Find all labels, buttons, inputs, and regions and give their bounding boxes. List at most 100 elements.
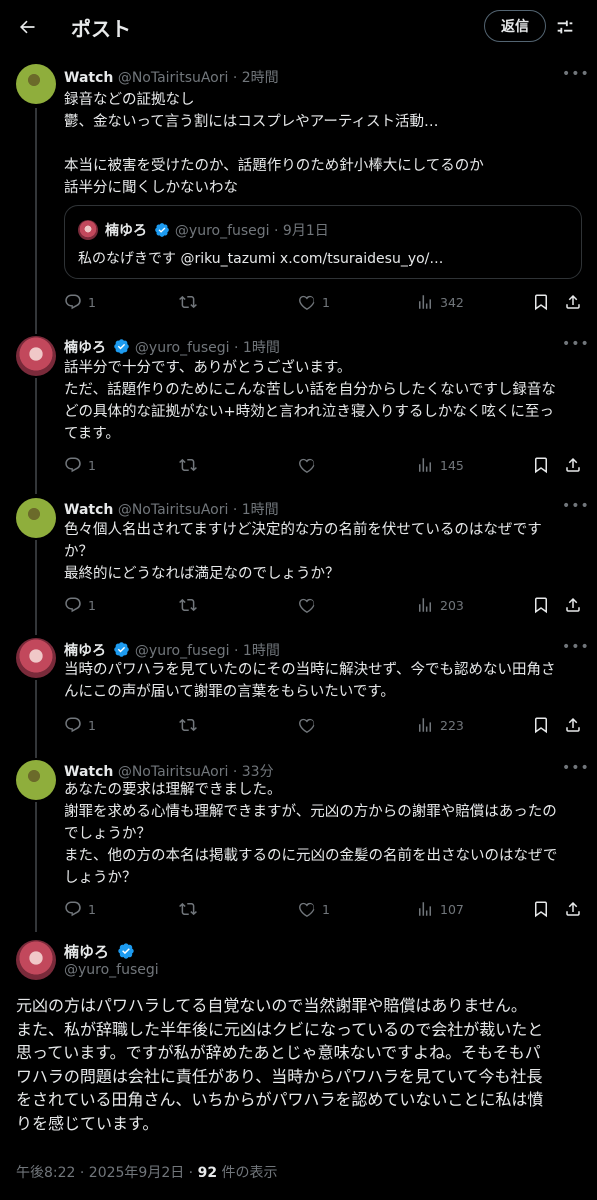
views-action[interactable]: 145 — [416, 455, 464, 475]
share-action[interactable] — [564, 455, 582, 475]
bookmark-icon — [535, 597, 547, 614]
like-action[interactable]: 1 — [298, 292, 330, 312]
repost-action[interactable] — [179, 595, 203, 615]
reply-action[interactable]: 1 — [64, 899, 96, 919]
more-options-icon[interactable]: ••• — [562, 639, 589, 655]
like-action[interactable] — [298, 715, 322, 735]
post-text: 当時のパワハラを見ていたのにその当時に解決せず、今でも認めない田角さ んにこの声… — [64, 659, 584, 703]
views-action[interactable]: 203 — [416, 595, 464, 615]
post-line: 録音などの証拠なし — [64, 92, 195, 108]
reply-action[interactable]: 1 — [64, 715, 96, 735]
author-handle[interactable]: @yuro_fusegi — [135, 643, 230, 659]
heart-icon — [299, 718, 315, 733]
views-action[interactable]: 223 — [416, 715, 464, 735]
bookmark-action[interactable] — [532, 595, 550, 615]
share-icon — [566, 457, 580, 472]
like-action[interactable]: 1 — [298, 899, 330, 919]
post-line: しょうか？ — [64, 870, 137, 886]
post-line: 本当に被害を受けたのか、話題作りのため針小棒大にしてるのか — [64, 158, 484, 174]
more-options-icon[interactable]: ••• — [562, 66, 589, 82]
share-action[interactable] — [564, 715, 582, 735]
reply-action[interactable]: 1 — [64, 292, 96, 312]
post-line: 色々個人名出されてますけど決定的な方の名前を伏せているのはなぜです — [64, 522, 542, 538]
avatar — [78, 220, 98, 240]
back-arrow-icon[interactable] — [14, 14, 40, 40]
reply-action[interactable]: 1 — [64, 595, 96, 615]
sliders-icon[interactable] — [554, 16, 576, 38]
author-handle[interactable]: @yuro_fusegi — [135, 340, 230, 356]
repost-action[interactable] — [179, 715, 203, 735]
repost-action[interactable] — [179, 899, 203, 919]
author-handle[interactable]: @yuro_fusegi — [64, 962, 159, 978]
bookmark-action[interactable] — [532, 455, 550, 475]
like-action[interactable] — [298, 455, 322, 475]
repost-action[interactable] — [179, 455, 203, 475]
post-time[interactable]: · 33分 — [233, 764, 274, 780]
repost-icon — [179, 295, 197, 309]
post-text: 色々個人名出されてますけど決定的な方の名前を伏せているのはなぜです か？ 最終的… — [64, 519, 584, 585]
post-line: でしょうか？ — [64, 826, 151, 842]
repost-action[interactable] — [179, 292, 203, 312]
bookmark-action[interactable] — [532, 899, 550, 919]
post-line: あなたの要求は理解できました。 — [64, 782, 282, 798]
avatar[interactable] — [16, 638, 56, 678]
bookmark-icon — [535, 901, 547, 918]
author-name[interactable]: Watch — [64, 764, 113, 780]
heart-icon — [299, 458, 315, 473]
author-name[interactable]: Watch — [64, 70, 113, 86]
post-time[interactable]: · 1時間 — [234, 340, 280, 356]
avatar[interactable] — [16, 760, 56, 800]
avatar[interactable] — [16, 336, 56, 376]
views-chart-icon — [419, 718, 431, 732]
like-action[interactable] — [298, 595, 322, 615]
post-line: 鬱、金ないって言う割にはコスプレやアーティスト活動… — [64, 114, 439, 130]
page-title: ポスト — [71, 17, 131, 41]
thread-line — [35, 378, 37, 494]
post-line — [64, 133, 584, 155]
author-name[interactable]: Watch — [64, 502, 113, 518]
bookmark-action[interactable] — [532, 715, 550, 735]
post-line: をされている田角さん、いちからがパワハラを認めていないことに私は憤 — [16, 1090, 544, 1109]
author-handle[interactable]: @NoTairitsuAori — [118, 502, 229, 518]
action-bar: 1 1 107 — [64, 899, 584, 919]
post-line: りを感じています。 — [16, 1113, 159, 1133]
views-action[interactable]: 342 — [416, 292, 464, 312]
timestamp-text[interactable]: 午後8:22 · 2025年9月2日 · — [16, 1165, 198, 1181]
more-options-icon[interactable]: ••• — [562, 336, 589, 352]
author-name[interactable]: 楠ゆろ — [64, 943, 109, 961]
post-text: 元凶の方はパワハラしてる自覚ないので当然謝罪や賠償はありません。 また、私が辞職… — [16, 994, 582, 1135]
author-handle[interactable]: @NoTairitsuAori — [118, 764, 229, 780]
avatar[interactable] — [16, 64, 56, 104]
repost-icon — [179, 458, 197, 472]
verified-badge-icon — [155, 223, 170, 237]
post-time[interactable]: · 1時間 — [233, 502, 279, 518]
views-action[interactable]: 107 — [416, 899, 464, 919]
views-chart-icon — [419, 295, 431, 309]
verified-badge-icon — [114, 339, 130, 354]
author-name[interactable]: 楠ゆろ — [64, 340, 106, 356]
more-options-icon[interactable]: ••• — [562, 760, 589, 776]
post-line: ワハラの問題は会社に責任があり、当時からパワハラを見ていて今も社長 — [16, 1066, 543, 1086]
bookmark-action[interactable] — [532, 292, 550, 312]
reply-action[interactable]: 1 — [64, 455, 96, 475]
share-action[interactable] — [564, 292, 582, 312]
quoted-post[interactable]: 楠ゆろ @yuro_fusegi · 9月1日 私のなげきです @riku_ta… — [64, 205, 582, 279]
like-count: 1 — [322, 294, 330, 310]
avatar[interactable] — [16, 940, 56, 980]
share-action[interactable] — [564, 899, 582, 919]
avatar[interactable] — [16, 498, 56, 538]
reply-icon — [65, 901, 81, 917]
heart-icon — [299, 295, 315, 310]
author-handle[interactable]: @NoTairitsuAori — [118, 70, 229, 86]
heart-icon — [299, 902, 315, 917]
post-time[interactable]: · 2時間 — [233, 70, 279, 86]
reply-count: 1 — [88, 901, 96, 917]
post-line: 最終的にどうなれば満足なのでしょうか？ — [64, 566, 340, 582]
post-line: また、私が辞職した半年後に元凶はクビになっているので会社が裁いたと — [16, 1019, 544, 1039]
post-time[interactable]: · 1時間 — [234, 643, 280, 659]
author-name[interactable]: 楠ゆろ — [64, 643, 106, 659]
thread-line — [35, 540, 37, 635]
share-action[interactable] — [564, 595, 582, 615]
more-options-icon[interactable]: ••• — [562, 498, 589, 514]
reply-button[interactable]: 返信 — [484, 10, 546, 42]
